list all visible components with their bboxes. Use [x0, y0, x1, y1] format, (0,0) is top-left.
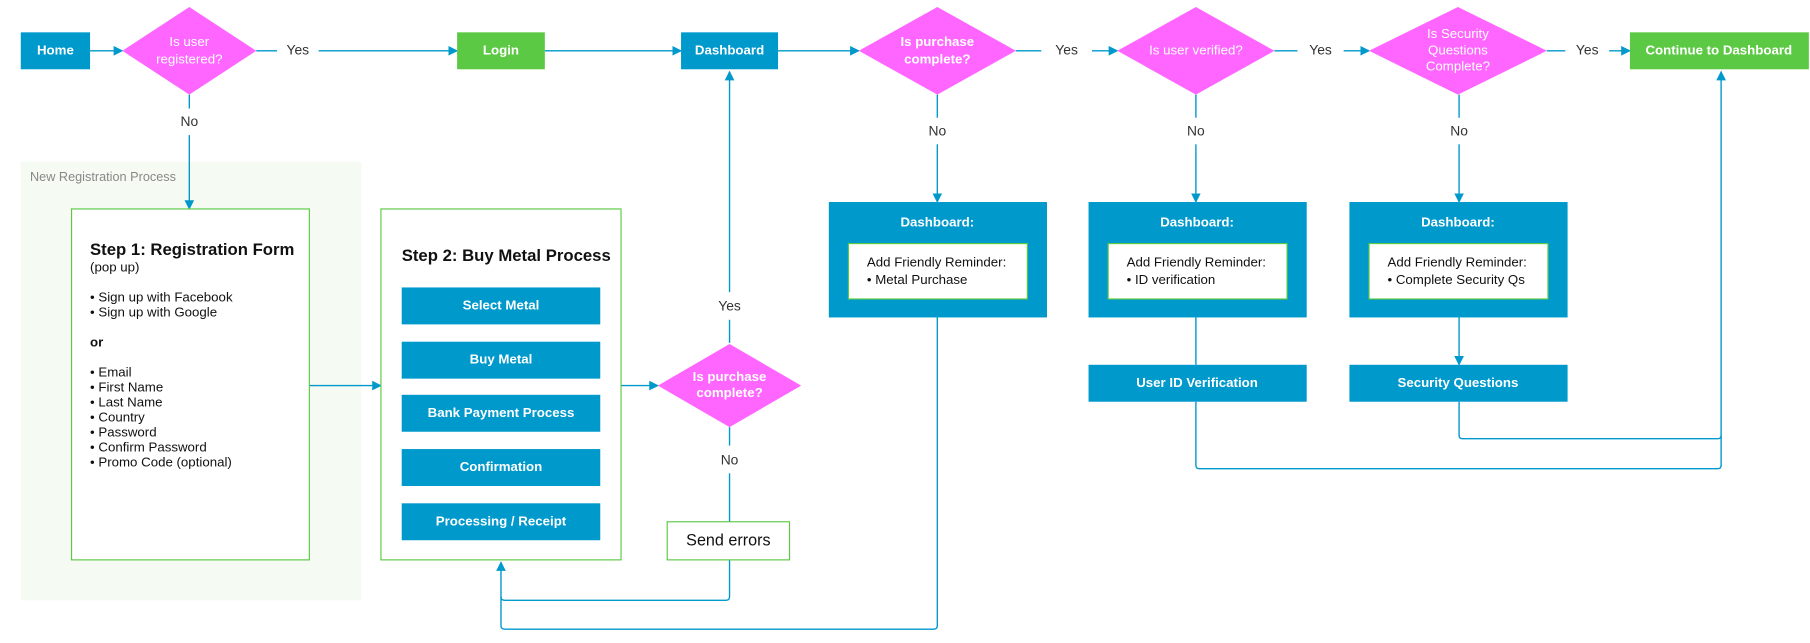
svg-text:Buy Metal: Buy Metal	[470, 352, 533, 367]
svg-text:• Country: • Country	[90, 409, 145, 424]
svg-text:complete?: complete?	[696, 385, 762, 400]
buy-metal-node[interactable]: Buy Metal	[401, 341, 601, 379]
security-questions-node[interactable]: Security Questions	[1349, 364, 1568, 402]
dashboard-node[interactable]: Dashboard	[681, 32, 779, 70]
svg-text:Is purchase: Is purchase	[693, 369, 767, 384]
home-node[interactable]: Home	[20, 32, 91, 70]
decision-is-purchase-complete-bottom: Is purchase complete?	[657, 344, 802, 428]
step1-registration-form: Step 1: Registration Form (pop up) • Sig…	[70, 208, 310, 561]
svg-text:• Metal Purchase: • Metal Purchase	[867, 272, 968, 287]
svg-text:• Promo Code (optional): • Promo Code (optional)	[90, 454, 232, 469]
bank-payment-node[interactable]: Bank Payment Process	[401, 394, 601, 432]
svg-text:Step 1: Registration Form: Step 1: Registration Form	[90, 240, 294, 259]
svg-text:Is purchase: Is purchase	[900, 34, 974, 49]
svg-text:Dashboard:: Dashboard:	[1421, 214, 1495, 229]
edge-label-yes: Yes	[1309, 41, 1332, 57]
svg-text:Dashboard:: Dashboard:	[900, 214, 974, 229]
svg-text:Step 2: Buy Metal Process: Step 2: Buy Metal Process	[402, 246, 611, 265]
svg-text:• Password: • Password	[90, 424, 157, 439]
svg-text:• Complete Security Qs: • Complete Security Qs	[1388, 272, 1526, 287]
edge-label-no: No	[1450, 122, 1468, 138]
decision-is-user-registered: Is user registered?	[122, 6, 257, 95]
svg-text:(pop up): (pop up)	[90, 259, 139, 274]
svg-text:Is user verified?: Is user verified?	[1149, 42, 1243, 57]
svg-text:Dashboard:: Dashboard:	[1160, 214, 1234, 229]
svg-text:• Last Name: • Last Name	[90, 394, 162, 409]
svg-text:Dashboard: Dashboard	[695, 42, 764, 57]
svg-text:registered?: registered?	[156, 52, 222, 67]
svg-text:Home: Home	[37, 42, 74, 57]
svg-text:• Confirm Password: • Confirm Password	[90, 439, 207, 454]
continue-to-dashboard-node[interactable]: Continue to Dashboard	[1629, 32, 1809, 70]
svg-text:Questions: Questions	[1428, 42, 1488, 57]
svg-text:or: or	[90, 334, 103, 349]
svg-text:Confirmation: Confirmation	[460, 459, 543, 474]
confirmation-node[interactable]: Confirmation	[401, 449, 601, 486]
svg-text:• First Name: • First Name	[90, 379, 163, 394]
edge-label-yes: Yes	[287, 41, 310, 57]
svg-text:• Sign up with Google: • Sign up with Google	[90, 304, 217, 319]
svg-text:Send errors: Send errors	[686, 532, 770, 550]
svg-text:Processing / Receipt: Processing / Receipt	[436, 513, 567, 528]
edge-label-no: No	[721, 451, 739, 467]
svg-text:Is user: Is user	[169, 34, 209, 49]
svg-text:Add Friendly Reminder:: Add Friendly Reminder:	[1388, 255, 1527, 270]
svg-text:Is Security: Is Security	[1427, 26, 1489, 41]
select-metal-node[interactable]: Select Metal	[401, 287, 601, 325]
svg-text:complete?: complete?	[904, 52, 970, 67]
processing-receipt-node[interactable]: Processing / Receipt	[401, 503, 601, 541]
decision-is-user-verified: Is user verified?	[1117, 6, 1275, 95]
svg-text:Login: Login	[483, 42, 519, 57]
edge-label-yes: Yes	[1055, 41, 1078, 57]
svg-text:Select Metal: Select Metal	[463, 297, 540, 312]
svg-text:User ID Verification: User ID Verification	[1136, 375, 1258, 390]
login-node[interactable]: Login	[457, 32, 545, 70]
svg-text:Add Friendly Reminder:: Add Friendly Reminder:	[1127, 255, 1266, 270]
svg-text:• Email: • Email	[90, 364, 132, 379]
flowchart: New Registration Process Yes Yes Yes Yes…	[20, 6, 1809, 630]
decision-is-security-complete: Is Security Questions Complete?	[1369, 6, 1547, 95]
dashboard-reminder-security-qs: Dashboard: Add Friendly Reminder: • Comp…	[1349, 202, 1568, 318]
edge-label-yes: Yes	[1576, 41, 1599, 57]
svg-text:• Sign up with Facebook: • Sign up with Facebook	[90, 289, 233, 304]
svg-text:Continue to Dashboard: Continue to Dashboard	[1645, 42, 1792, 57]
svg-text:Add Friendly Reminder:: Add Friendly Reminder:	[867, 255, 1006, 270]
edge-label-no: No	[1187, 122, 1205, 138]
group-label: New Registration Process	[30, 170, 176, 184]
svg-text:Bank Payment Process: Bank Payment Process	[428, 405, 575, 420]
dashboard-reminder-id-verification: Dashboard: Add Friendly Reminder: • ID v…	[1088, 202, 1307, 318]
svg-text:Complete?: Complete?	[1426, 58, 1490, 73]
svg-text:Security Questions: Security Questions	[1397, 375, 1518, 390]
edge-label-no: No	[180, 113, 198, 129]
user-id-verification-node[interactable]: User ID Verification	[1088, 364, 1307, 402]
edge-label-yes: Yes	[718, 298, 741, 314]
send-errors-node[interactable]: Send errors	[666, 521, 791, 561]
edge-label-no: No	[928, 122, 946, 138]
decision-is-purchase-complete: Is purchase complete?	[858, 6, 1016, 95]
dashboard-reminder-metal-purchase: Dashboard: Add Friendly Reminder: • Meta…	[828, 202, 1047, 318]
svg-text:• ID verification: • ID verification	[1127, 272, 1216, 287]
